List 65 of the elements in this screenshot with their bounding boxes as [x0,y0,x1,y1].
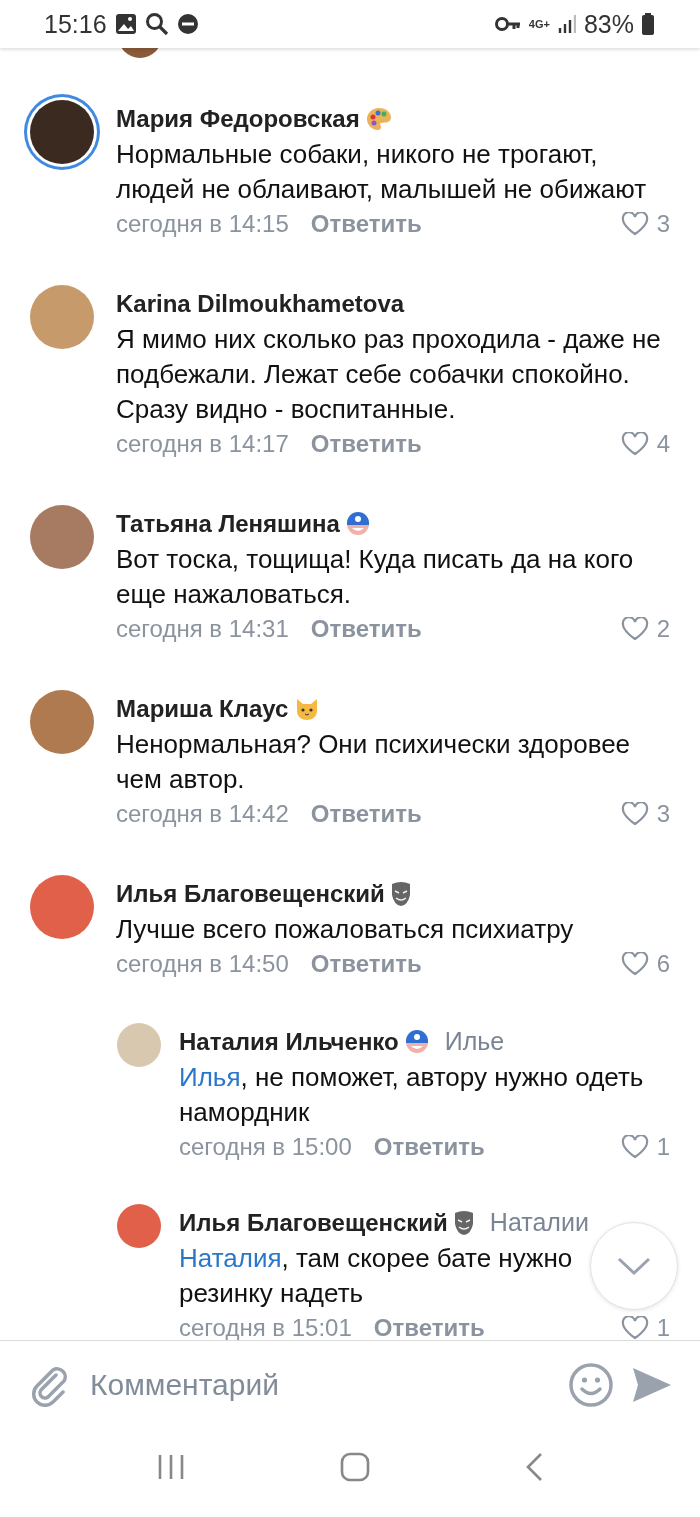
heart-icon [620,1316,649,1340]
mention-link[interactable]: Наталия [179,1243,282,1273]
reply-button[interactable]: Ответить [310,950,422,978]
comment-time: сегодня в 14:31 [116,615,289,643]
reply-button[interactable]: Ответить [310,800,422,828]
heart-icon [620,802,649,826]
chevron-down-icon [617,1256,651,1276]
reply-button[interactable]: Ответить [310,210,422,238]
comment-text: Вот тоска, тощища! Куда писать да на кого еще нажаловаться. [116,543,635,611]
network-type: 4G+ [528,19,550,29]
author-name[interactable]: Илья Благовещенский [179,1208,448,1237]
mask-icon [453,1209,474,1236]
battery-icon [642,13,654,35]
reply-button[interactable]: Ответить [373,1133,485,1161]
reply-to-name: Илье [444,1027,505,1056]
reply-button[interactable]: Ответить [373,1314,485,1340]
status-time: 15:16 [44,9,107,39]
do-not-disturb-icon [176,13,199,35]
palette-icon [365,106,392,131]
like-button[interactable]: 6 [620,950,670,978]
reply-to-name: Наталии [489,1208,589,1237]
signal-icon [557,14,576,34]
heart-icon [620,952,649,976]
like-button[interactable]: 3 [620,210,670,238]
search-icon [144,12,169,36]
masked-hero-icon [345,510,370,537]
reply-button[interactable]: Ответить [310,615,422,643]
masked-hero-icon [404,1028,429,1055]
comment-text: Илья, не поможет, автору нужно одеть намордник [179,1061,645,1129]
heart-icon [620,432,649,456]
image-icon [114,13,137,35]
mention-link[interactable]: Илья [179,1062,241,1092]
author-name[interactable]: Мария Федоровская [116,104,360,133]
emoji-icon[interactable] [568,1362,614,1408]
key-icon [494,16,521,32]
mask-icon [390,880,411,907]
comment-time: сегодня в 15:01 [179,1314,352,1340]
comment-text: Лучше всего пожаловаться психиатру [116,913,575,946]
comment-time: сегодня в 14:42 [116,800,289,828]
like-button[interactable]: 3 [620,800,670,828]
comment-time: сегодня в 14:50 [116,950,289,978]
like-button[interactable]: 2 [620,615,670,643]
heart-icon [620,617,649,641]
heart-icon [620,212,649,236]
comment-time: сегодня в 14:17 [116,430,289,458]
comment-text: Ненормальная? Они психически здоровее чем автор. [116,728,632,796]
send-icon[interactable] [632,1366,672,1404]
author-name[interactable]: Татьяна Леняшина [116,509,340,538]
recent-apps-icon[interactable] [157,1453,186,1481]
reply-button[interactable]: Ответить [310,430,422,458]
back-icon[interactable] [524,1452,543,1482]
home-icon[interactable] [340,1452,370,1482]
comment-text: Я мимо них сколько раз проходила - даже не подбежали. Лежат себе собачки спокойно. Сразу видно - воспитанные. [116,323,662,426]
comment-time: сегодня в 15:00 [179,1133,352,1161]
like-button[interactable]: 1 [620,1314,670,1340]
comment-time: сегодня в 14:15 [116,210,289,238]
author-name[interactable]: Karina Dilmoukhametova [116,289,405,318]
author-name[interactable]: Илья Благовещенский [116,879,385,908]
comment-text: Нормальные собаки, никого не трогают, людей не облаивают, малышей не обижают [116,138,648,206]
heart-icon [620,1135,649,1159]
battery-percent: 83% [583,9,634,39]
like-button[interactable]: 4 [620,430,670,458]
author-name[interactable]: Мариша Клаус [116,694,289,723]
author-name[interactable]: Наталия Ильченко [179,1027,399,1056]
like-button[interactable]: 1 [620,1133,670,1161]
